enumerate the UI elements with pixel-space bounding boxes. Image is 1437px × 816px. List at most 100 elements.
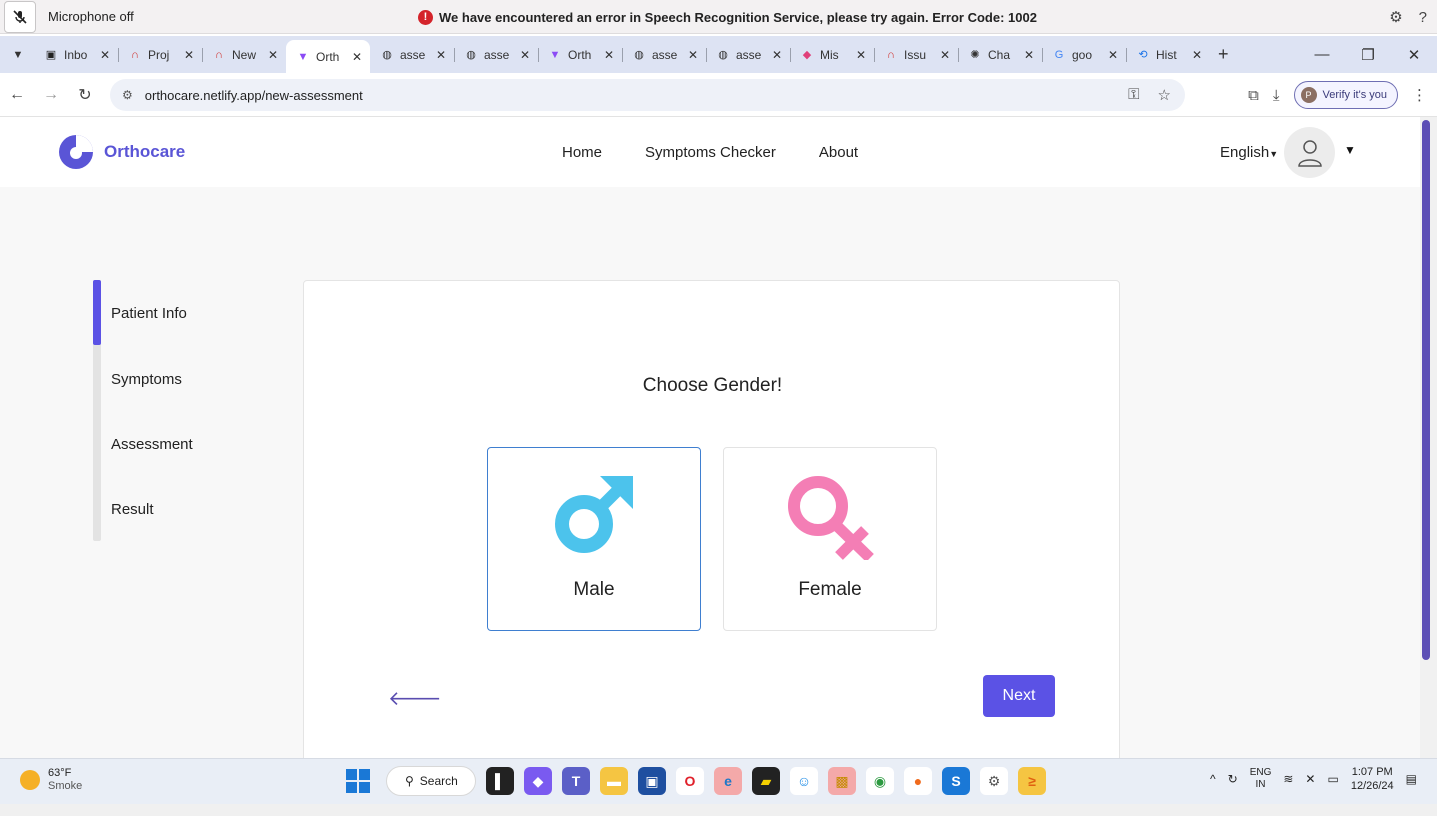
next-button[interactable]: Next (983, 675, 1055, 717)
browser-menu-icon[interactable]: ⋮ (1412, 86, 1427, 104)
forward-nav-icon[interactable]: → (34, 86, 68, 104)
notifications-icon[interactable]: ▤ (1406, 772, 1417, 786)
browser-tab[interactable]: ◍ asse ✕ (370, 40, 454, 70)
close-tab-icon[interactable]: ✕ (1192, 48, 1202, 62)
new-tab-button[interactable]: + (1218, 44, 1229, 65)
input-language[interactable]: ENG IN (1250, 767, 1272, 791)
browser-tab[interactable]: ✺ Cha ✕ (958, 40, 1042, 70)
close-tab-icon[interactable]: ✕ (268, 48, 278, 62)
browser-tab[interactable]: ▣ Inbo ✕ (34, 40, 118, 70)
back-arrow-icon[interactable]: 🡐 (388, 686, 442, 711)
download-icon[interactable]: ⤓ (1273, 87, 1280, 104)
back-nav-icon[interactable]: ← (0, 86, 34, 104)
people-icon[interactable]: ☺ (790, 767, 818, 795)
browser-tab[interactable]: ◍ asse ✕ (706, 40, 790, 70)
tab-search-button[interactable]: ▼ (6, 43, 30, 67)
close-tab-icon[interactable]: ✕ (184, 48, 194, 62)
bookmark-star-icon[interactable]: ☆ (1158, 86, 1171, 104)
edge-icon[interactable]: e (714, 767, 742, 795)
profile-verify-button[interactable]: P Verify it's you (1293, 81, 1398, 109)
volume-muted-icon[interactable]: ✕ (1305, 772, 1315, 786)
browser-tab[interactable]: ▼ Orth ✕ (538, 40, 622, 70)
clock-date: 12/26/24 (1350, 780, 1394, 792)
restore-button[interactable]: ❐ (1345, 46, 1391, 64)
site-info-icon[interactable]: ⚙ (122, 88, 133, 102)
close-tab-icon[interactable]: ✕ (520, 48, 530, 62)
battery-icon[interactable]: ▭ (1327, 772, 1338, 786)
input-language-top: ENG (1249, 767, 1272, 778)
female-symbol-icon (788, 476, 874, 560)
task-view-icon[interactable]: ▌ (486, 767, 514, 795)
chrome-icon[interactable]: ◉ (866, 767, 894, 795)
help-icon[interactable]: ? (1419, 9, 1427, 26)
user-avatar-button[interactable] (1284, 127, 1335, 178)
close-tab-icon[interactable]: ✕ (100, 48, 110, 62)
extensions-icon[interactable]: ⧉ (1248, 87, 1259, 104)
browser-tab[interactable]: ◍ asse ✕ (622, 40, 706, 70)
minimize-button[interactable]: — (1299, 46, 1345, 63)
site-logo[interactable]: Orthocare (58, 134, 185, 170)
close-tab-icon[interactable]: ✕ (1024, 48, 1034, 62)
globe-icon: ◍ (718, 49, 728, 61)
close-tab-icon[interactable]: ✕ (604, 48, 614, 62)
wifi-icon[interactable]: ≋ (1283, 772, 1293, 786)
sticky-notes-icon[interactable]: ▰ (752, 767, 780, 795)
browser-tab[interactable]: ◍ asse ✕ (454, 40, 538, 70)
close-tab-icon[interactable]: ✕ (436, 48, 446, 62)
settings-gear-icon[interactable]: ⚙ (1389, 8, 1402, 26)
photo-app-icon[interactable]: ▩ (828, 767, 856, 795)
opera-icon[interactable]: O (676, 767, 704, 795)
step-result: Result (111, 501, 154, 518)
store-icon[interactable]: ▣ (638, 767, 666, 795)
settings-app-icon[interactable]: ⚙ (980, 767, 1008, 795)
microphone-off-button[interactable] (4, 0, 36, 33)
browser-tab[interactable]: ◆ Mis ✕ (790, 40, 874, 70)
tab-list: ▣ Inbo ✕ ∩ Proj ✕ ∩ New ✕ ▼ Orth ✕ ◍ asse ✕ ◍ asse ✕ ▼ Orth… (34, 36, 1210, 74)
browser-tab[interactable]: ∩ Proj ✕ (118, 40, 202, 70)
gender-option-female[interactable]: Female (723, 447, 937, 631)
system-clock[interactable]: 1:07 PM 12/26/24 (1351, 765, 1394, 793)
account-caret-down-icon[interactable]: ▼ (1344, 143, 1356, 157)
browser-tab[interactable]: Ggoo ✕ (1042, 40, 1126, 70)
address-bar[interactable]: ⚙ orthocare.netlify.app/new-assessment ⚿… (110, 79, 1185, 111)
close-tab-icon[interactable]: ✕ (940, 48, 950, 62)
browser-tab[interactable]: ∩ Issu ✕ (874, 40, 958, 70)
copilot-icon[interactable]: ◆ (524, 767, 552, 795)
arc-icon: ∩ (215, 48, 223, 61)
weather-widget[interactable]: 63°F Smoke (20, 767, 82, 793)
scrollbar-thumb[interactable] (1422, 120, 1430, 660)
skype-icon[interactable]: S (942, 767, 970, 795)
close-window-button[interactable]: ✕ (1391, 46, 1437, 64)
close-tab-icon[interactable]: ✕ (688, 48, 698, 62)
language-selector[interactable]: English▼ (1220, 144, 1278, 161)
diamond-icon: ◆ (802, 49, 812, 61)
tray-chevron-up-icon[interactable]: ^ (1210, 772, 1216, 786)
nav-symptoms-checker[interactable]: Symptoms Checker (645, 144, 776, 161)
teams-icon[interactable]: T (562, 767, 590, 795)
taskbar-search[interactable]: ⚲ Search (386, 766, 476, 796)
nav-home[interactable]: Home (562, 144, 602, 161)
main-nav: Home Symptoms Checker About (562, 144, 858, 161)
browser-tab[interactable]: ⟲ Hist ✕ (1126, 40, 1210, 70)
password-key-icon[interactable]: ⚿ (1128, 86, 1139, 104)
firefox-icon[interactable]: ● (904, 767, 932, 795)
url-text[interactable]: orthocare.netlify.app/new-assessment (145, 88, 363, 103)
tab-label: Issu (904, 47, 927, 62)
file-explorer-icon[interactable]: ▬ (600, 767, 628, 795)
close-tab-icon[interactable]: ✕ (352, 50, 362, 64)
tab-label: Orth (568, 47, 592, 62)
nav-about[interactable]: About (819, 144, 858, 161)
gender-label-male: Male (573, 579, 615, 600)
sublime-text-icon[interactable]: ≥ (1018, 767, 1046, 795)
browser-tab[interactable]: ▼ Orth ✕ (286, 39, 370, 74)
reload-icon[interactable]: ↻ (68, 85, 102, 105)
start-windows-icon[interactable] (346, 769, 370, 793)
weather-condition: Smoke (48, 780, 83, 792)
gender-option-male[interactable]: Male (487, 447, 701, 631)
tab-label: New (232, 47, 257, 62)
sync-icon[interactable]: ↻ (1228, 772, 1238, 786)
browser-tab[interactable]: ∩ New ✕ (202, 40, 286, 70)
close-tab-icon[interactable]: ✕ (772, 48, 782, 62)
close-tab-icon[interactable]: ✕ (1108, 48, 1118, 62)
close-tab-icon[interactable]: ✕ (856, 48, 866, 62)
